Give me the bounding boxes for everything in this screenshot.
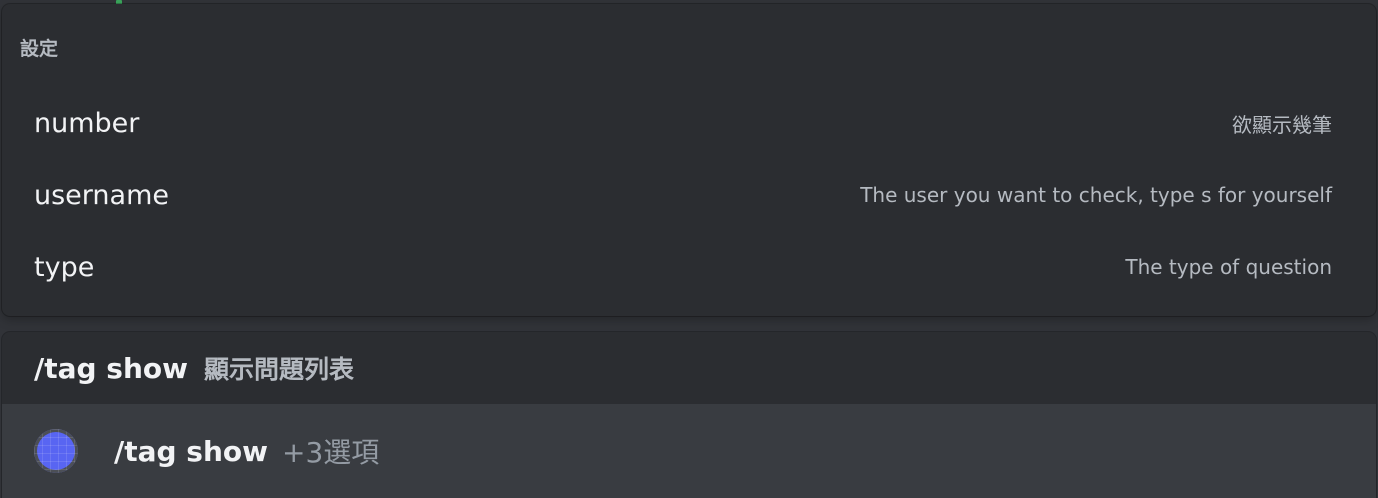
option-description: The user you want to check, type s for y… [860,183,1332,207]
option-number[interactable]: number 欲顯示幾筆 [14,94,1354,152]
command-autocomplete: /tag show 顯示問題列表 /tag show +3選項 [2,332,1376,498]
options-header: 設定 [20,38,59,60]
command-title: /tag show [34,352,188,385]
suggestion-command: /tag show [114,434,268,468]
option-type[interactable]: type The type of question [14,238,1354,296]
option-name: type [34,251,95,283]
option-description: The type of question [1125,255,1332,279]
command-description: 顯示問題列表 [204,355,355,384]
command-header: /tag show 顯示問題列表 [34,350,354,386]
command-suggestion-row[interactable]: /tag show +3選項 [2,404,1376,498]
command-options-popup: 設定 number 欲顯示幾筆 username The user you wa… [2,4,1376,316]
option-name: username [34,179,169,211]
app-root: 設定 number 欲顯示幾筆 username The user you wa… [0,0,1378,498]
app-avatar-icon [34,429,78,473]
option-name: number [34,107,140,139]
option-description: 欲顯示幾筆 [1232,112,1332,137]
option-username[interactable]: username The user you want to check, typ… [14,166,1354,224]
suggestion-option-count: +3選項 [282,436,380,469]
